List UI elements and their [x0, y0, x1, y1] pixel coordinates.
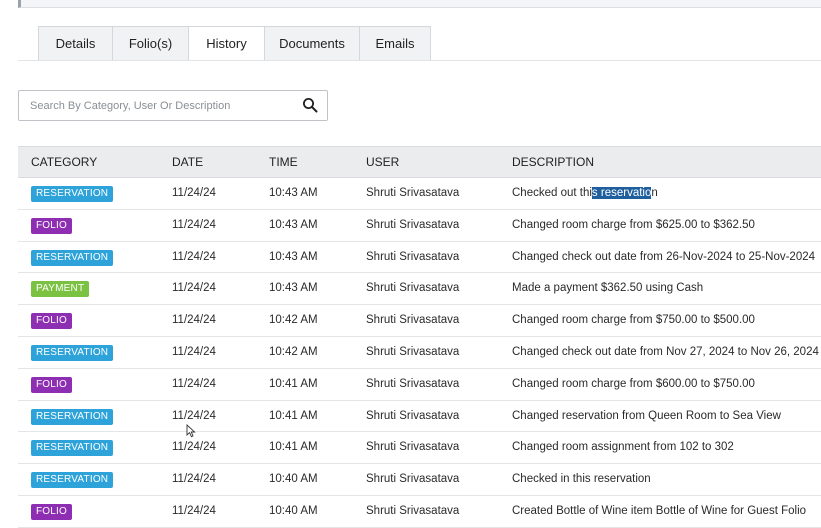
table-row[interactable]: FOLIO 11/24/24 10:42 AM Shruti Srivasatava C…: [18, 305, 821, 337]
table-row[interactable]: FOLIO 11/24/24 10:41 AM Shruti Srivasatava C…: [18, 369, 821, 401]
table-row[interactable]: RESERVATION 11/24/24 10:41 AM Shruti Srivas…: [18, 401, 821, 433]
category-badge: FOLIO: [31, 313, 73, 330]
tab-details[interactable]: Details: [38, 26, 112, 61]
user-cell: Shruti Srivasatava: [366, 504, 460, 517]
time-cell: 10:41 AM: [269, 441, 318, 454]
description-text: Changed check out date from 26-Nov-2024 …: [512, 250, 816, 263]
column-header-description[interactable]: DESCRIPTION: [512, 147, 594, 177]
user-cell: Shruti Srivasatava: [366, 218, 460, 231]
date-cell: 11/24/24: [172, 473, 216, 486]
description-text: Checked in this reservation: [512, 473, 651, 486]
top-panel-edge: [18, 0, 821, 8]
search-icon[interactable]: [302, 97, 318, 113]
date-cell: 11/24/24: [172, 282, 216, 295]
user-cell: Shruti Srivasatava: [366, 441, 460, 454]
category-badge: RESERVATION: [31, 249, 114, 266]
user-cell: Shruti Srivasatava: [366, 409, 460, 422]
column-header-date[interactable]: DATE: [172, 147, 203, 177]
description-text: n: [651, 187, 658, 199]
description-text: Changed room charge from $600.00 to $750…: [512, 377, 755, 390]
description-text: Created Bottle of Wine item Bottle of Wi…: [512, 504, 807, 517]
table-row[interactable]: RESERVATION 11/24/24 10:42 AM Shruti Srivas…: [18, 337, 821, 369]
description-cell: Changed room charge from $750.00 to $500…: [512, 305, 755, 336]
description-cell: Changed check out date from 26-Nov-2024 …: [512, 242, 815, 273]
user-cell: Shruti Srivasatava: [366, 282, 460, 295]
category-badge: RESERVATION: [31, 472, 114, 489]
description-cell: Made a payment $362.50 using Cash: [512, 273, 703, 304]
time-cell: 10:43 AM: [269, 187, 318, 199]
table-row[interactable]: RESERVATION 11/24/24 10:43 AM Shruti Srivas…: [18, 242, 821, 274]
time-cell: 10:43 AM: [269, 218, 318, 231]
tab-documents[interactable]: Documents: [264, 26, 359, 61]
time-cell: 10:43 AM: [269, 282, 318, 295]
table-row[interactable]: RESERVATION 11/24/24 10:43 AM Shruti Srivas…: [18, 178, 821, 210]
date-cell: 11/24/24: [172, 377, 216, 390]
tab-emails[interactable]: Emails: [359, 26, 431, 61]
description-cell: Changed reservation from Queen Room to S…: [512, 401, 781, 432]
category-badge: PAYMENT: [31, 281, 90, 298]
description-cell: Changed room assignment from 102 to 302: [512, 432, 734, 463]
column-header-user[interactable]: USER: [366, 147, 399, 177]
category-badge: RESERVATION: [31, 440, 114, 457]
tab-history[interactable]: History: [188, 26, 264, 61]
time-cell: 10:40 AM: [269, 504, 318, 517]
description-cell: Checked in this reservation: [512, 464, 651, 495]
category-badge: RESERVATION: [31, 186, 114, 202]
table-header: CATEGORY DATE TIME USER DESCRIPTION: [18, 146, 821, 178]
category-badge: RESERVATION: [31, 408, 114, 425]
description-text: Changed reservation from Queen Room to S…: [512, 409, 781, 422]
time-cell: 10:41 AM: [269, 377, 318, 390]
time-cell: 10:41 AM: [269, 409, 318, 422]
description-cell: Checked out this reservation: [512, 178, 658, 209]
category-badge: FOLIO: [31, 503, 73, 520]
tab-bar: Details Folio(s) History Documents Email…: [38, 26, 431, 61]
description-text: Changed check out date from Nov 27, 2024…: [512, 345, 819, 358]
user-cell: Shruti Srivasatava: [366, 473, 460, 486]
description-cell: Changed room charge from $625.00 to $362…: [512, 210, 755, 241]
table-row[interactable]: FOLIO 11/24/24 10:40 AM Shruti Srivasatava C…: [18, 496, 821, 528]
time-cell: 10:42 AM: [269, 314, 318, 327]
description-text: Changed room charge from $625.00 to $362…: [512, 218, 755, 231]
user-cell: Shruti Srivasatava: [366, 345, 460, 358]
date-cell: 11/24/24: [172, 218, 216, 231]
category-badge: FOLIO: [31, 217, 73, 234]
selected-text: s reservatio: [591, 187, 652, 199]
search-input[interactable]: [19, 91, 299, 120]
column-header-category[interactable]: CATEGORY: [31, 147, 97, 177]
mouse-pointer-icon: [186, 424, 196, 438]
description-cell: Created Bottle of Wine item Bottle of Wi…: [512, 496, 806, 527]
date-cell: 11/24/24: [172, 187, 216, 199]
table-row[interactable]: FOLIO 11/24/24 10:43 AM Shruti Srivasatava C…: [18, 210, 821, 242]
tab-folios[interactable]: Folio(s): [112, 26, 188, 61]
time-cell: 10:43 AM: [269, 250, 318, 263]
column-header-time[interactable]: TIME: [269, 147, 298, 177]
user-cell: Shruti Srivasatava: [366, 377, 460, 390]
description-text: Changed room assignment from 102 to 302: [512, 441, 734, 454]
user-cell: Shruti Srivasatava: [366, 314, 460, 327]
description-cell: Changed room charge from $600.00 to $750…: [512, 369, 755, 400]
time-cell: 10:40 AM: [269, 473, 318, 486]
time-cell: 10:42 AM: [269, 345, 318, 358]
search-box: [18, 90, 328, 121]
date-cell: 11/24/24: [172, 250, 216, 263]
table-body: RESERVATION 11/24/24 10:43 AM Shruti Srivas…: [18, 178, 821, 528]
tab-underline: [18, 60, 821, 61]
user-cell: Shruti Srivasatava: [366, 250, 460, 263]
date-cell: 11/24/24: [172, 345, 216, 358]
description-text: Changed room charge from $750.00 to $500…: [512, 314, 755, 327]
description-text: Made a payment $362.50 using Cash: [512, 282, 704, 295]
table-row[interactable]: RESERVATION 11/24/24 10:40 AM Shruti Srivas…: [18, 464, 821, 496]
category-badge: RESERVATION: [31, 344, 114, 361]
description-cell: Changed check out date from Nov 27, 2024…: [512, 337, 819, 368]
date-cell: 11/24/24: [172, 504, 216, 517]
category-badge: FOLIO: [31, 376, 73, 393]
table-row[interactable]: RESERVATION 11/24/24 10:41 AM Shruti Srivas…: [18, 432, 821, 465]
table-row[interactable]: PAYMENT 11/24/24 10:43 AM Shruti Srivasatav…: [18, 273, 821, 306]
description-text: Checked out thi: [512, 187, 592, 199]
date-cell: 11/24/24: [172, 314, 216, 327]
history-table: CATEGORY DATE TIME USER DESCRIPTION RESE…: [18, 146, 821, 528]
user-cell: Shruti Srivasatava: [366, 187, 460, 199]
